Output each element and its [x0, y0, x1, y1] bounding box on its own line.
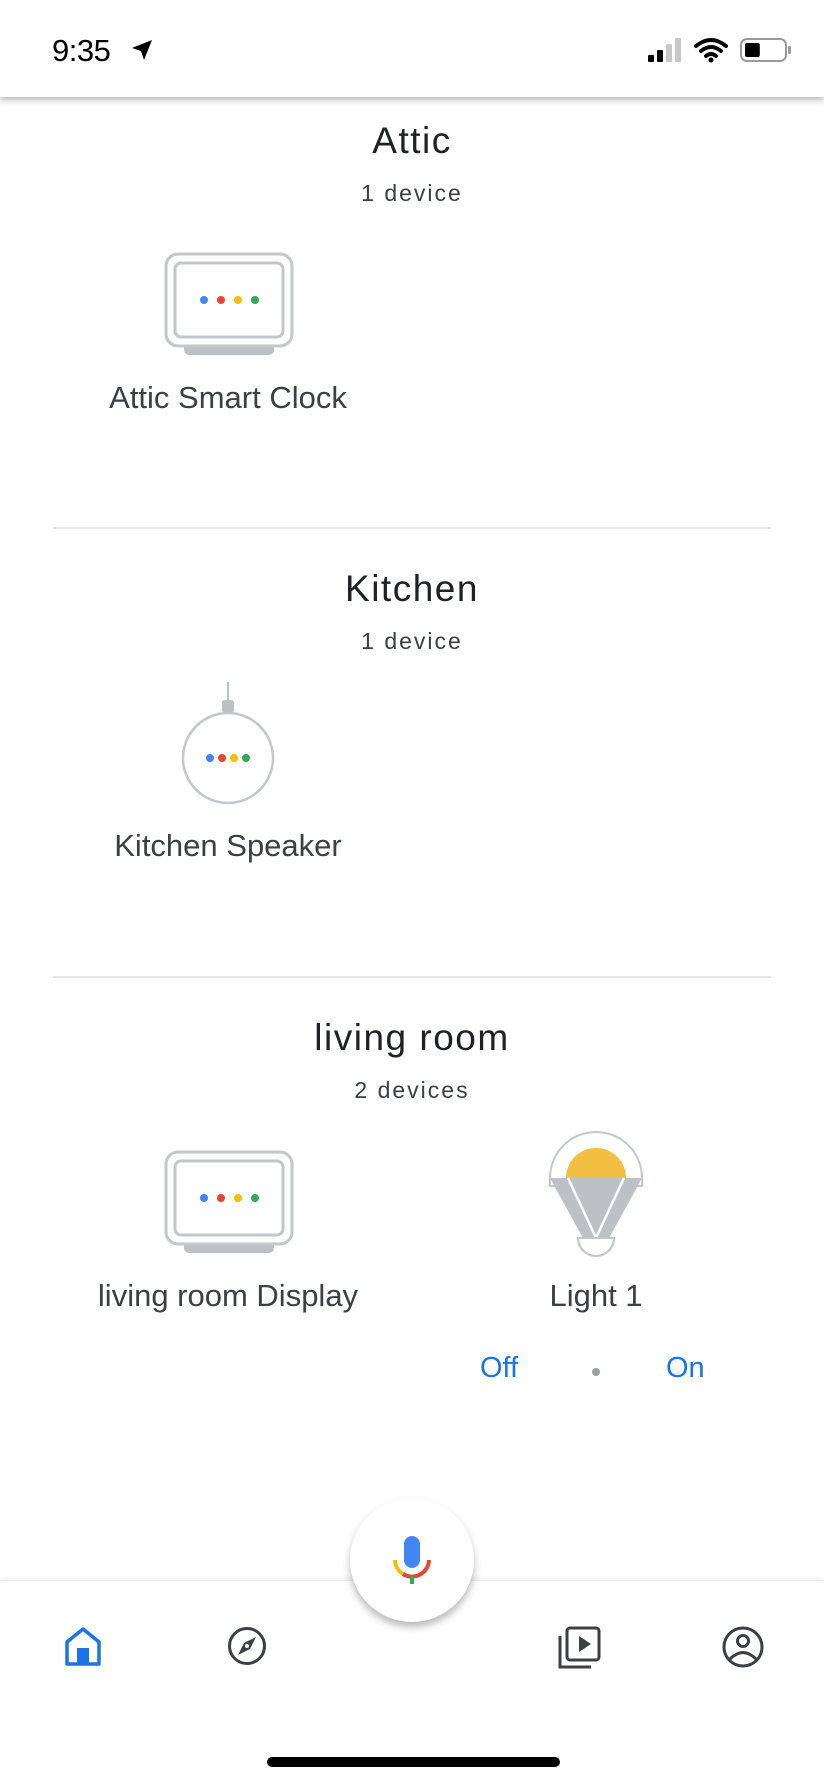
device-label: Kitchen Speaker [114, 828, 342, 863]
light-off-button[interactable]: Off [480, 1352, 518, 1385]
section-divider [53, 976, 771, 978]
room-title: Kitchen [345, 568, 479, 609]
section-divider [53, 527, 771, 529]
light-bulb-icon [549, 1131, 643, 1257]
account-circle-icon [722, 1626, 764, 1668]
status-time: 9:35 [52, 33, 111, 68]
device-tile[interactable]: living room Display [58, 1148, 398, 1318]
smart-display-icon [164, 252, 294, 355]
wifi-icon [694, 38, 728, 63]
device-tile-light[interactable]: Light 1 [426, 1130, 766, 1320]
room-title: living room [314, 1017, 510, 1058]
media-library-icon [558, 1626, 601, 1669]
device-label: living room Display [97, 1278, 359, 1313]
home-icon [65, 1627, 101, 1666]
room-device-count: 2 devices [354, 1077, 470, 1103]
smart-display-icon [164, 1150, 294, 1253]
home-indicator[interactable] [267, 1757, 560, 1767]
room-title: Attic [372, 120, 452, 161]
assistant-mic-button[interactable] [350, 1498, 474, 1622]
nav-media-tab[interactable] [557, 1626, 601, 1669]
nav-home-tab[interactable] [63, 1626, 103, 1666]
smart-speaker-icon [181, 682, 275, 805]
status-bar: 9:35 [0, 0, 824, 97]
light-on-button[interactable]: On [666, 1352, 705, 1385]
microphone-icon [393, 1536, 431, 1584]
device-tile[interactable]: Kitchen Speaker [58, 680, 398, 870]
toggle-separator-dot [592, 1368, 600, 1376]
battery-icon [740, 38, 791, 62]
location-arrow-icon [132, 40, 152, 60]
device-tile[interactable]: Attic Smart Clock [58, 250, 398, 420]
device-label: Light 1 [549, 1278, 643, 1313]
cellular-signal-icon [648, 38, 681, 62]
nav-discover-tab[interactable] [227, 1626, 267, 1666]
room-device-count: 1 device [361, 180, 463, 206]
room-device-count: 1 device [361, 628, 463, 654]
device-label: Attic Smart Clock [109, 380, 347, 415]
nav-account-tab[interactable] [722, 1626, 764, 1668]
compass-icon [228, 1627, 266, 1665]
